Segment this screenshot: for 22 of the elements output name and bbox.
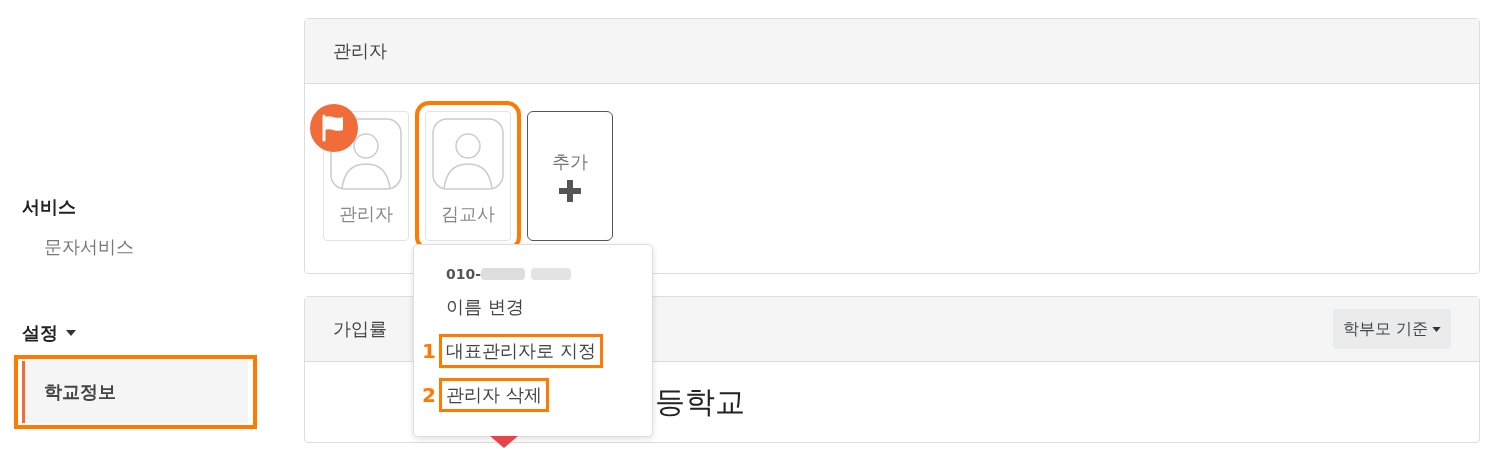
step-number: 2 (421, 383, 437, 407)
panel-title: 관리자 (333, 39, 387, 63)
sidebar-item[interactable]: 문자서비스 (22, 235, 249, 259)
add-button[interactable]: 추가 (527, 111, 613, 241)
section-title: 서비스 (22, 195, 76, 219)
plus-icon (559, 180, 581, 202)
panel-title: 가입률 (333, 317, 387, 341)
menu-item[interactable]: 관리자 삭제 (442, 381, 546, 409)
filter-dropdown[interactable]: 학부모 기준 (1332, 309, 1451, 349)
section-title: 설정 (22, 321, 76, 345)
phone-number: 010- (446, 266, 482, 282)
pointer-icon (490, 436, 518, 448)
caret-icon (66, 330, 76, 336)
step-number: 1 (421, 339, 437, 363)
sidebar-item[interactable]: 학교정보 (22, 361, 248, 423)
admin-name: 관리자 (339, 202, 393, 226)
menu-item[interactable]: 대표관리자로 지정 (442, 337, 600, 365)
caret-icon (1432, 326, 1441, 332)
avatar-icon (432, 118, 504, 190)
admin-name: 김교사 (441, 202, 495, 226)
school-name: 등학교 (655, 384, 745, 419)
menu-item[interactable]: 이름 변경 (442, 293, 528, 321)
